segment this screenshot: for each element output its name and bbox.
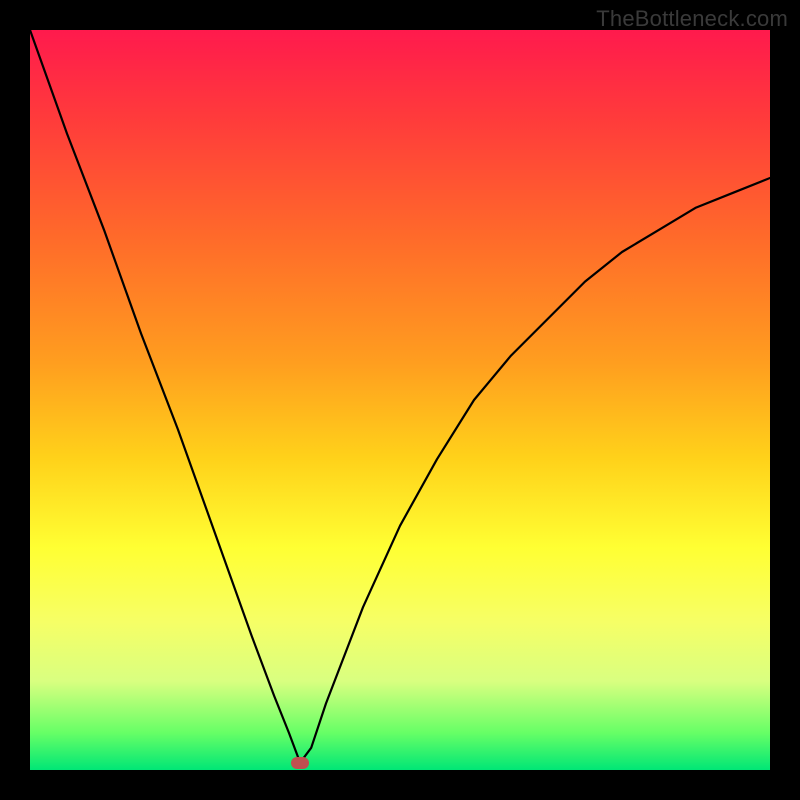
plot-area (30, 30, 770, 770)
bottleneck-curve (30, 30, 770, 763)
curve-svg (30, 30, 770, 770)
watermark-text: TheBottleneck.com (596, 6, 788, 32)
chart-frame: TheBottleneck.com (0, 0, 800, 800)
optimal-marker (291, 757, 309, 769)
